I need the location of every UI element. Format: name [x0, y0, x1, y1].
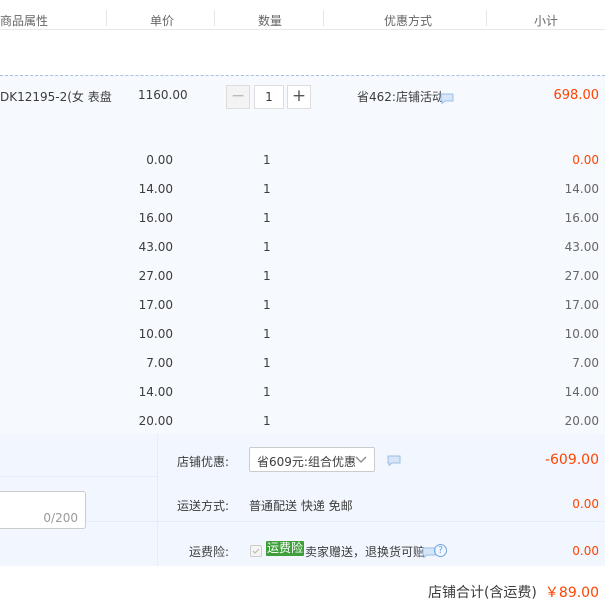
row-price: 16.00 — [138, 211, 173, 225]
row-subtotal: 14.00 — [564, 182, 599, 196]
item-promotion: 省462:店铺活动 — [357, 90, 444, 104]
char-counter: 0/200 — [43, 511, 78, 525]
row-subtotal: 16.00 — [564, 211, 599, 225]
row-qty: 1 — [263, 414, 271, 428]
row-divider — [0, 521, 605, 522]
chat-bubble-icon[interactable] — [387, 455, 401, 466]
shop-discount-label: 店铺优惠: — [176, 455, 229, 469]
row-subtotal: 20.00 — [564, 414, 599, 428]
row-price: 27.00 — [138, 269, 173, 283]
row-qty: 1 — [263, 240, 271, 254]
row-qty: 1 — [263, 356, 271, 370]
column-divider — [157, 434, 158, 566]
row-subtotal: 7.00 — [572, 356, 599, 370]
shipping-method: 普通配送 快递 免邮 — [249, 499, 353, 513]
row-subtotal: 27.00 — [564, 269, 599, 283]
table-row: 10.00 1 10.00 — [0, 327, 605, 347]
table-row: 27.00 1 27.00 — [0, 269, 605, 289]
header-promo: 优惠方式 — [384, 14, 433, 28]
row-price: 43.00 — [138, 240, 173, 254]
table-row: 16.00 1 16.00 — [0, 211, 605, 231]
row-qty: 1 — [263, 211, 271, 225]
table-row: 14.00 1 14.00 — [0, 182, 605, 202]
shipping-label: 运送方式: — [176, 499, 229, 513]
insurance-badge: 运费险 — [266, 541, 305, 556]
header-divider — [214, 10, 215, 26]
row-qty: 1 — [263, 153, 271, 167]
table-row: 17.00 1 17.00 — [0, 298, 605, 318]
decrease-button[interactable]: − — [226, 85, 250, 109]
insurance-label: 运费险: — [188, 545, 229, 559]
row-qty: 1 — [263, 385, 271, 399]
table-row: 7.00 1 7.00 — [0, 356, 605, 376]
row-price: 14.00 — [138, 182, 173, 196]
row-qty: 1 — [263, 298, 271, 312]
shop-discount-amount: -609.00 — [544, 452, 599, 468]
shop-discount-select[interactable]: 省609元:组合优惠 — [249, 447, 375, 472]
header-divider — [106, 10, 107, 26]
row-divider — [0, 476, 157, 477]
insurance-text: 卖家赠送，退换货可赔 — [305, 545, 426, 559]
row-subtotal: 43.00 — [564, 240, 599, 254]
row-price: 10.00 — [138, 327, 173, 341]
header-price: 单价 — [150, 14, 175, 28]
shop-total-label: 店铺合计(含运费) — [427, 585, 537, 601]
chat-bubble-icon[interactable] — [440, 93, 454, 104]
row-subtotal: 14.00 — [564, 385, 599, 399]
shop-total: 店铺合计(含运费) ￥89.00 — [428, 582, 599, 602]
header-attr: 商品属性 — [0, 14, 49, 28]
row-price: 7.00 — [146, 356, 173, 370]
item-attribute: DK12195-2(女 表盘 — [0, 90, 112, 104]
chevron-down-icon — [355, 456, 367, 464]
main-item-row: DK12195-2(女 表盘 1160.00 − 1 + 省462:店铺活动 6… — [0, 76, 605, 136]
table-row: 20.00 1 20.00 — [0, 414, 605, 434]
item-unit-price: 1160.00 — [138, 88, 188, 102]
row-qty: 1 — [263, 269, 271, 283]
order-summary-panel: 0/200 店铺优惠: 省609元:组合优惠 -609.00 运送方式: 普通配… — [0, 434, 605, 566]
insurance-amount: 0.00 — [572, 544, 599, 558]
table-header: 商品属性 单价 数量 优惠方式 小计 — [0, 0, 605, 30]
header-divider — [323, 10, 324, 26]
buyer-message-input[interactable]: 0/200 — [0, 491, 86, 529]
insurance-checkbox[interactable] — [250, 545, 262, 557]
table-row: 14.00 1 14.00 — [0, 385, 605, 405]
item-subtotal: 698.00 — [553, 88, 600, 103]
row-subtotal: 10.00 — [564, 327, 599, 341]
help-icon[interactable]: ? — [434, 544, 447, 557]
quantity-input[interactable]: 1 — [254, 85, 284, 109]
header-qty: 数量 — [258, 14, 283, 28]
increase-button[interactable]: + — [287, 85, 311, 109]
table-row: 0.00 1 0.00 — [0, 153, 605, 173]
row-qty: 1 — [263, 182, 271, 196]
header-divider — [486, 10, 487, 26]
order-items: DK12195-2(女 表盘 1160.00 − 1 + 省462:店铺活动 6… — [0, 75, 605, 434]
row-price: 0.00 — [146, 153, 173, 167]
row-price: 17.00 — [138, 298, 173, 312]
row-subtotal: 17.00 — [564, 298, 599, 312]
row-qty: 1 — [263, 327, 271, 341]
row-price: 20.00 — [138, 414, 173, 428]
row-subtotal: 0.00 — [572, 153, 599, 167]
header-subtotal: 小计 — [534, 14, 559, 28]
shop-total-value: ￥89.00 — [544, 585, 599, 601]
shop-discount-value: 省609元:组合优惠 — [257, 455, 356, 469]
row-price: 14.00 — [138, 385, 173, 399]
shipping-amount: 0.00 — [572, 497, 599, 511]
table-row: 43.00 1 43.00 — [0, 240, 605, 260]
